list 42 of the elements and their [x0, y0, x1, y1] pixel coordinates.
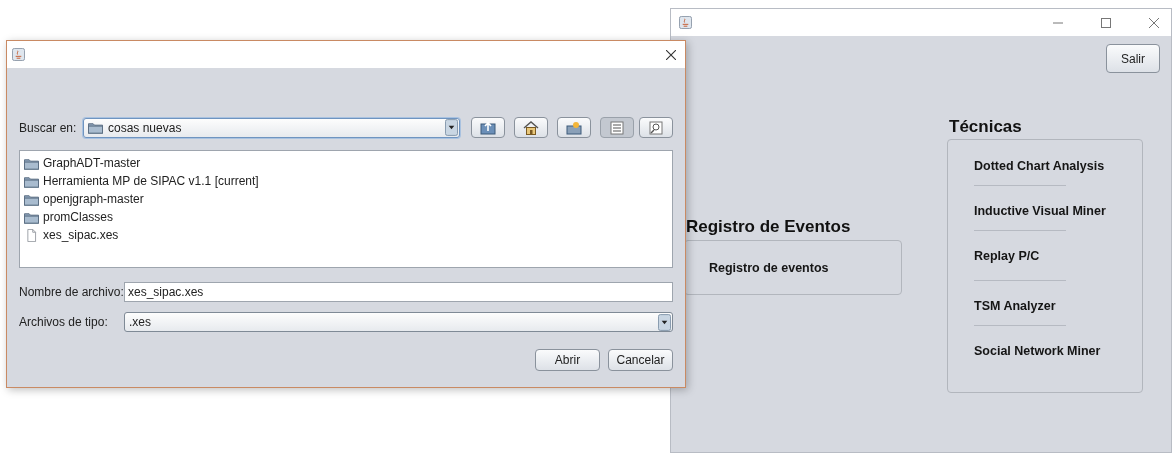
menu-item[interactable]: Registro de eventos — [709, 259, 829, 276]
exit-button[interactable]: Salir — [1106, 44, 1160, 73]
menu-item[interactable]: Replay P/C — [974, 248, 1040, 264]
folder-icon — [24, 210, 39, 224]
cancel-button[interactable]: Cancelar — [608, 349, 673, 371]
open-button[interactable]: Abrir — [535, 349, 600, 371]
app-icon — [12, 48, 25, 61]
folder-icon — [24, 174, 39, 188]
file-item[interactable]: xes_sipac.xes — [24, 226, 668, 244]
file-type-dropdown[interactable]: .xes — [124, 312, 673, 332]
file-item[interactable]: GraphADT-master — [24, 154, 668, 172]
home-button[interactable] — [514, 117, 548, 138]
menu-item[interactable]: Inductive Visual Miner — [974, 203, 1106, 219]
menu-item[interactable]: TSM Analyzer — [974, 298, 1056, 314]
file-item[interactable]: promClasses — [24, 208, 668, 226]
app-icon — [679, 16, 692, 29]
new-folder-icon — [566, 120, 582, 135]
folder-dropdown[interactable]: cosas nuevas — [83, 117, 460, 138]
file-name-field[interactable]: xes_sipac.xes — [124, 282, 673, 302]
file-item[interactable]: openjgraph-master — [24, 190, 668, 208]
up-folder-button[interactable] — [471, 117, 505, 138]
up-folder-icon — [480, 120, 496, 135]
list-view-icon — [609, 120, 625, 135]
maximize-icon[interactable] — [1101, 17, 1111, 28]
list-view-button[interactable] — [600, 117, 634, 138]
file-item[interactable]: Herramienta MP de SIPAC v1.1 [current] — [24, 172, 668, 190]
close-icon[interactable] — [666, 49, 676, 60]
folder-icon — [24, 192, 39, 206]
field-label: Archivos de tipo: — [19, 315, 109, 329]
details-view-button[interactable] — [639, 117, 673, 138]
new-folder-button[interactable] — [557, 117, 591, 138]
file-icon — [24, 228, 39, 242]
menu-item[interactable]: Dotted Chart Analysis — [974, 158, 1105, 174]
field-label: Nombre de archivo: — [19, 285, 124, 299]
magnifier-icon — [648, 120, 664, 135]
section-heading: Técnicas — [948, 117, 1023, 137]
section-heading: Registro de Eventos — [685, 217, 852, 237]
folder-icon — [88, 121, 103, 134]
menu-item[interactable]: Social Network Miner — [974, 343, 1101, 359]
field-label: Buscar en: — [19, 120, 78, 135]
folder-icon — [24, 156, 39, 170]
home-icon — [523, 120, 539, 135]
